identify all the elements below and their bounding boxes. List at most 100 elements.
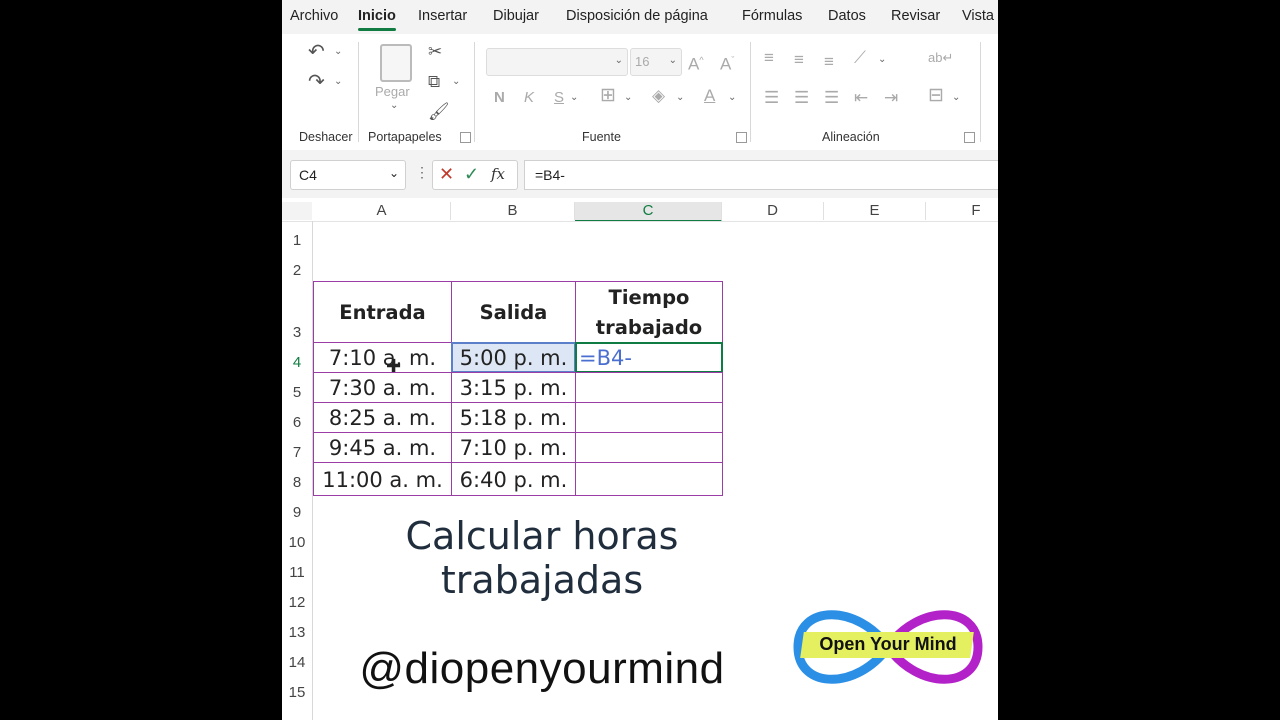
tab-inicio[interactable]: Inicio <box>358 8 396 24</box>
row-header[interactable]: 11 <box>282 564 312 581</box>
cell-c4[interactable]: =B4- <box>579 342 723 373</box>
font-name-select[interactable]: ⌄ <box>486 48 628 76</box>
active-tab-indicator <box>358 28 396 31</box>
cell-b5: 3:15 p. m. <box>459 375 568 400</box>
group-label-alignment: Alineación <box>822 130 880 144</box>
chevron-down-icon: ⌄ <box>614 55 623 66</box>
logo-text: Open Your Mind <box>819 634 957 654</box>
merge-dropdown-icon[interactable]: ⌄ <box>952 92 960 103</box>
undo-icon[interactable]: ↶ <box>308 42 325 62</box>
align-center-icon[interactable]: ☰ <box>794 88 809 108</box>
column-header-c[interactable]: C <box>575 202 722 222</box>
row-header[interactable]: 15 <box>282 684 312 701</box>
fill-dropdown-icon[interactable]: ⌄ <box>676 92 684 103</box>
redo-icon[interactable]: ↷ <box>308 72 325 92</box>
bold-button[interactable]: N <box>494 88 505 108</box>
tab-formulas[interactable]: Fórmulas <box>742 8 802 24</box>
cancel-icon[interactable]: ✕ <box>439 164 454 185</box>
format-painter-icon[interactable]: 🖌 <box>428 102 450 122</box>
row-header[interactable]: 14 <box>282 654 312 671</box>
column-header-a[interactable]: A <box>313 202 451 220</box>
tab-vista[interactable]: Vista <box>962 8 994 24</box>
align-right-icon[interactable]: ☰ <box>824 88 839 108</box>
column-header-e[interactable]: E <box>824 202 926 220</box>
font-launcher-icon[interactable] <box>736 132 747 143</box>
cut-icon[interactable]: ✂ <box>428 42 442 62</box>
fill-color-icon[interactable]: ◈ <box>652 86 665 106</box>
borders-dropdown-icon[interactable]: ⌄ <box>624 92 632 103</box>
formula-text: =B4- <box>535 167 565 183</box>
caption-line-1: Calcular horas <box>405 514 679 558</box>
increase-indent-icon[interactable]: ⇥ <box>884 88 898 108</box>
underline-button[interactable]: S <box>554 88 564 108</box>
decrease-indent-icon[interactable]: ⇤ <box>854 88 868 108</box>
row-header[interactable]: 2 <box>282 262 312 279</box>
row-header[interactable]: 12 <box>282 594 312 611</box>
ribbon: ↶ ⌄ ↷ ⌄ Deshacer Pegar ⌄ ✂ ⧉ ⌄ 🖌 Portapa… <box>288 34 998 150</box>
row-header[interactable]: 8 <box>282 474 312 491</box>
formula-input[interactable]: =B4- <box>524 160 998 190</box>
copy-dropdown-icon[interactable]: ⌄ <box>452 76 460 87</box>
paste-dropdown-icon[interactable]: ⌄ <box>390 100 398 111</box>
tab-datos[interactable]: Datos <box>828 8 866 24</box>
row-header[interactable]: 13 <box>282 624 312 641</box>
chevron-down-icon: ⌄ <box>668 55 677 66</box>
name-box-value: C4 <box>299 167 317 183</box>
formula-buttons: ✕ ✓ fx <box>432 160 518 190</box>
paste-label[interactable]: Pegar <box>375 84 410 99</box>
align-left-icon[interactable]: ☰ <box>764 88 779 108</box>
tab-archivo[interactable]: Archivo <box>290 8 338 24</box>
row-header[interactable]: 1 <box>282 232 312 249</box>
table-cell[interactable] <box>575 462 723 496</box>
name-box[interactable]: C4 ⌄ <box>290 160 406 190</box>
align-bottom-icon[interactable]: ≡ <box>824 52 834 72</box>
underline-dropdown-icon[interactable]: ⌄ <box>570 92 578 103</box>
row-header[interactable]: 3 <box>282 324 312 341</box>
row-header[interactable]: 10 <box>282 534 312 551</box>
align-top-icon[interactable]: ≡ <box>764 48 774 68</box>
alignment-launcher-icon[interactable] <box>964 132 975 143</box>
wrap-text-icon[interactable]: ab↵ <box>928 48 953 68</box>
column-header-d[interactable]: D <box>722 202 824 220</box>
copy-icon[interactable]: ⧉ <box>428 72 440 92</box>
table-cell[interactable] <box>575 402 723 433</box>
row-header[interactable]: 9 <box>282 504 312 521</box>
tab-dibujar[interactable]: Dibujar <box>493 8 539 24</box>
tab-revisar[interactable]: Revisar <box>891 8 940 24</box>
font-color-icon[interactable]: A <box>704 86 715 106</box>
undo-dropdown-icon[interactable]: ⌄ <box>334 46 342 57</box>
insert-function-icon[interactable]: fx <box>491 165 505 183</box>
worksheet: A B C D E F 1 2 3 4 5 6 7 8 9 10 11 12 1… <box>282 198 998 720</box>
tab-insertar[interactable]: Insertar <box>418 8 467 24</box>
paste-icon[interactable] <box>380 44 412 82</box>
orientation-icon[interactable]: ⟋ <box>854 48 866 68</box>
chevron-down-icon[interactable]: ⌄ <box>389 166 399 180</box>
row-header[interactable]: 4 <box>282 354 312 371</box>
enter-icon[interactable]: ✓ <box>464 164 479 185</box>
borders-icon[interactable]: ⊞ <box>600 86 616 106</box>
font-color-dropdown-icon[interactable]: ⌄ <box>728 92 736 103</box>
column-header-b[interactable]: B <box>451 202 575 220</box>
more-options-icon[interactable]: ⋮ <box>415 164 429 181</box>
group-label-undo: Deshacer <box>299 130 353 144</box>
orientation-dropdown-icon[interactable]: ⌄ <box>878 54 886 65</box>
row-header[interactable]: 6 <box>282 414 312 431</box>
align-middle-icon[interactable]: ≡ <box>794 50 804 70</box>
table-cell[interactable] <box>575 432 723 463</box>
decrease-font-icon[interactable]: Aˇ <box>720 50 734 75</box>
table-cell[interactable] <box>575 372 723 403</box>
increase-font-icon[interactable]: A^ <box>688 50 704 75</box>
font-size-select[interactable]: 16 ⌄ <box>630 48 682 76</box>
italic-button[interactable]: K <box>524 88 534 108</box>
cell-a7: 9:45 a. m. <box>328 435 437 460</box>
video-caption: Calcular horas trabajadas <box>342 514 742 602</box>
row-header[interactable]: 7 <box>282 444 312 461</box>
select-all-corner[interactable] <box>282 202 312 220</box>
clipboard-launcher-icon[interactable] <box>460 132 471 143</box>
group-label-font: Fuente <box>582 130 621 144</box>
redo-dropdown-icon[interactable]: ⌄ <box>334 76 342 87</box>
row-header[interactable]: 5 <box>282 384 312 401</box>
tab-disposicion[interactable]: Disposición de página <box>566 8 708 24</box>
merge-cells-icon[interactable]: ⊟ <box>928 86 944 106</box>
column-header-f[interactable]: F <box>926 202 998 220</box>
